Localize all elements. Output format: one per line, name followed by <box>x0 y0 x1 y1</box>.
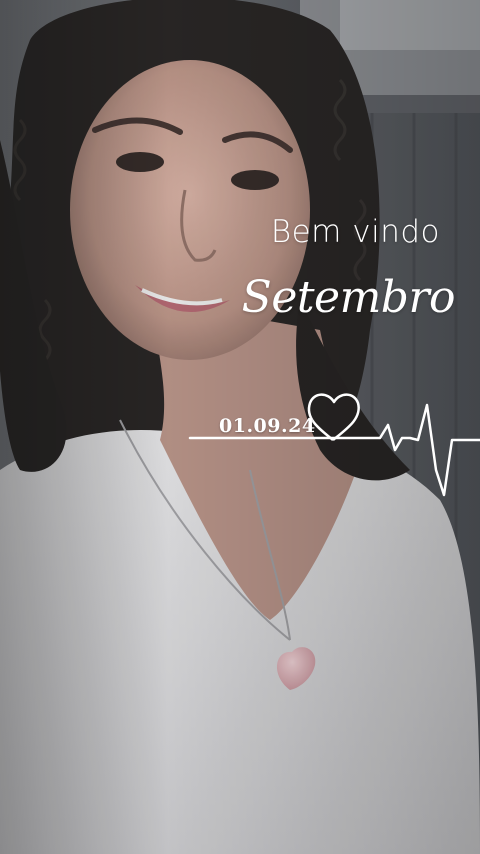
greeting-text: Bem vindo <box>270 214 440 250</box>
date-label: 01.09.24 <box>219 415 316 437</box>
month-title: Setembro <box>241 272 456 323</box>
story-frame: Bem vindo Setembro 01.09.24 <box>0 0 480 854</box>
